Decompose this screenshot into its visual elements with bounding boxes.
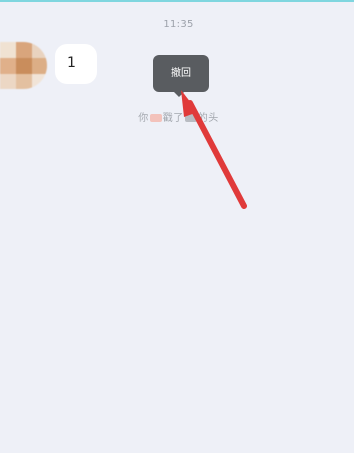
recall-label: 撤回 — [171, 68, 191, 79]
system-notice-prefix: 你 — [138, 113, 149, 124]
recall-button[interactable]: 撤回 — [153, 55, 209, 92]
top-accent-line — [0, 0, 357, 2]
avatar[interactable] — [0, 42, 47, 89]
system-notice-suffix: 的头 — [197, 113, 219, 124]
system-notice: 你 戳了 的头 — [0, 109, 357, 124]
message-text: 1 — [67, 55, 76, 71]
tooltip-tail — [173, 91, 185, 97]
message-bubble[interactable]: 1 — [55, 44, 97, 84]
redacted-name — [149, 114, 162, 122]
message-timestamp: 11:35 — [163, 19, 194, 30]
redacted-name — [184, 114, 197, 122]
system-notice-middle: 戳了 — [162, 113, 184, 124]
